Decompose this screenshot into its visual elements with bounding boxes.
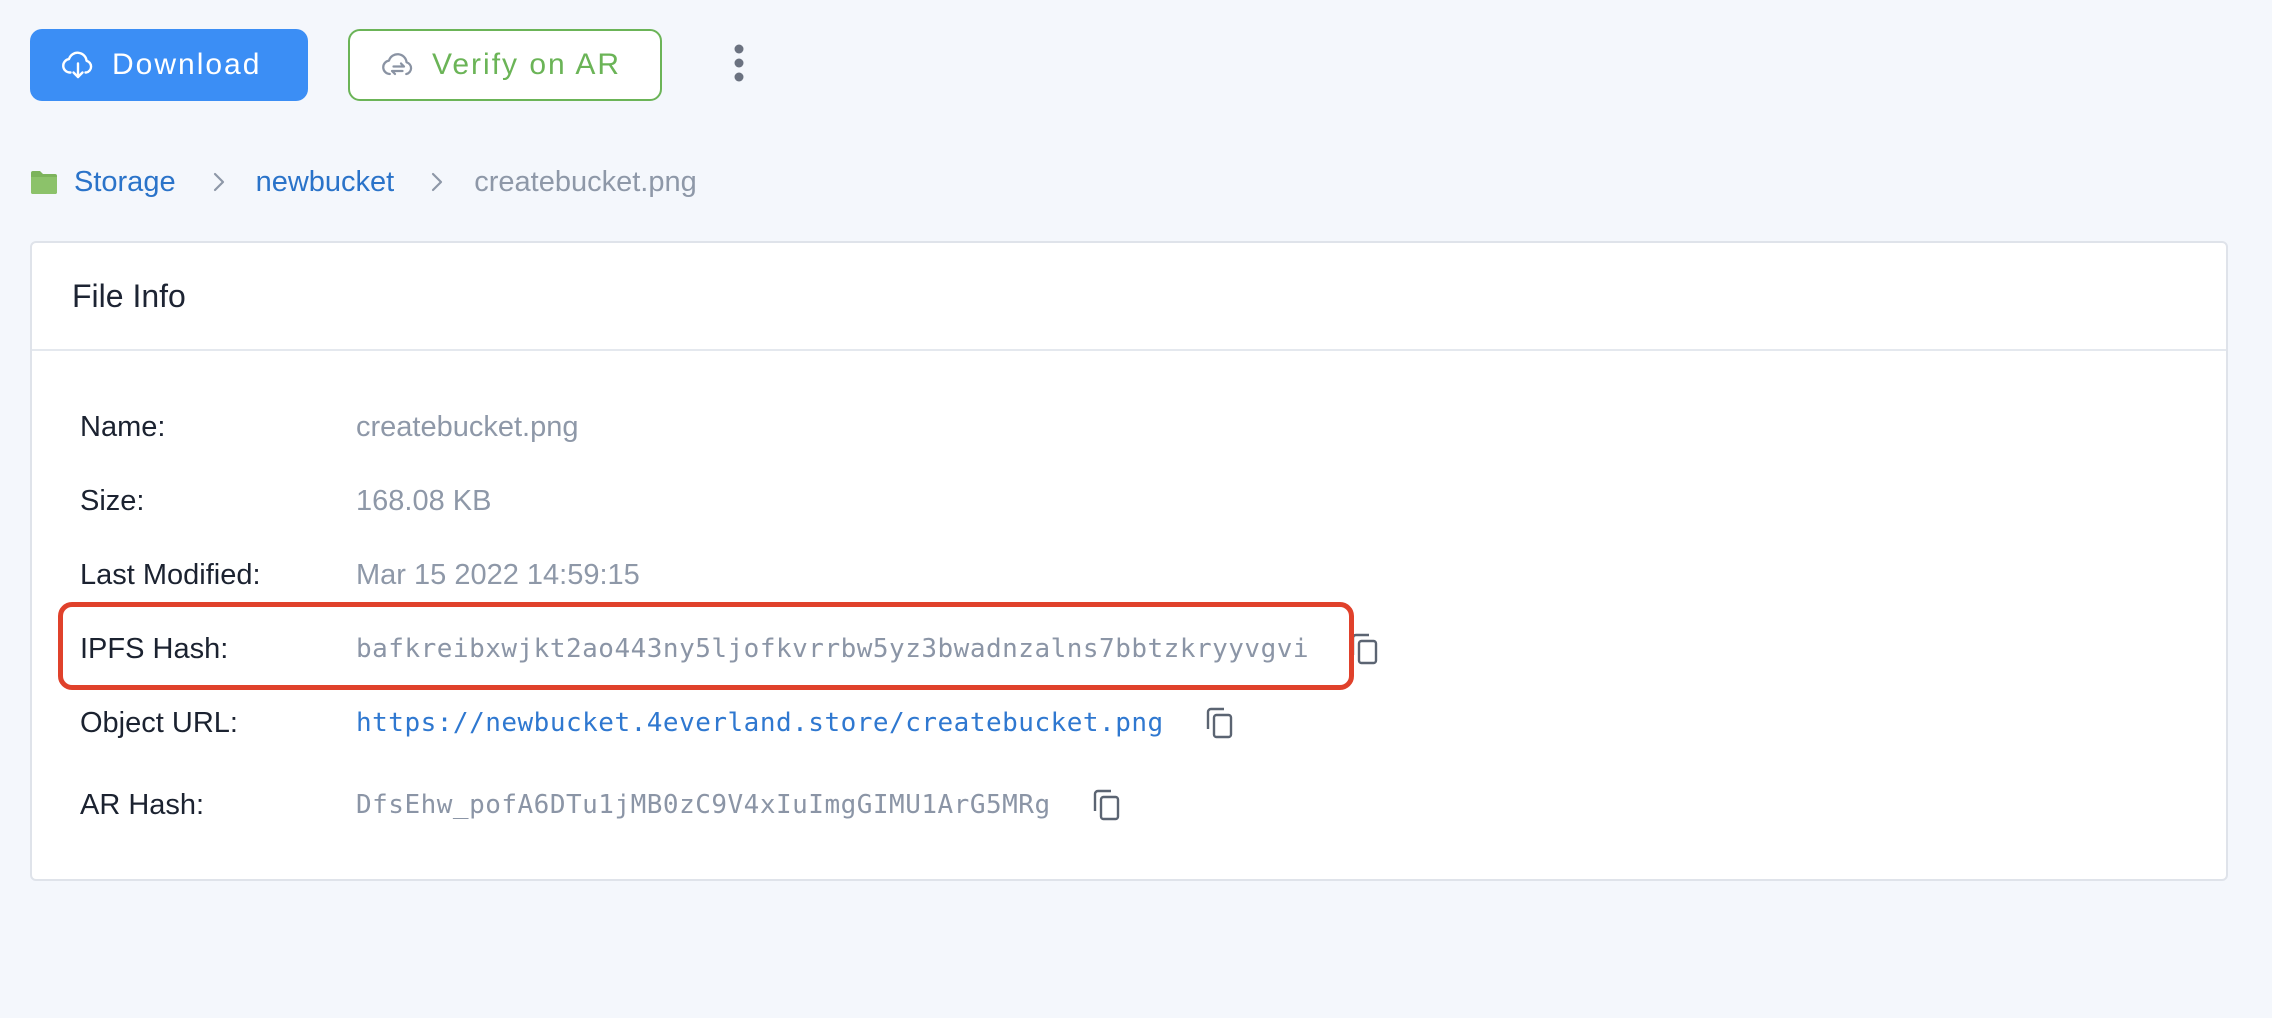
object-url-link[interactable]: https://newbucket.4everland.store/create…: [356, 708, 1164, 738]
breadcrumb-current-file: createbucket.png: [474, 165, 697, 198]
ipfs-hash-label: IPFS Hash:: [80, 632, 229, 665]
breadcrumb: Storage newbucket createbucket.png: [30, 160, 697, 204]
breadcrumb-bucket[interactable]: newbucket: [256, 166, 395, 199]
copy-icon[interactable]: [1349, 631, 1381, 667]
size-value: 168.08 KB: [356, 484, 492, 517]
name-label: Name:: [80, 410, 166, 443]
card-title: File Info: [32, 243, 2226, 351]
toolbar: Download Verify on AR: [30, 29, 754, 101]
last-modified-label: Last Modified:: [80, 558, 261, 591]
copy-icon[interactable]: [1204, 705, 1236, 741]
ar-hash-label: AR Hash:: [80, 788, 205, 821]
breadcrumb-storage[interactable]: Storage: [74, 166, 176, 199]
cloud-sync-icon: [380, 47, 416, 83]
download-button[interactable]: Download: [30, 29, 308, 101]
last-modified-value: Mar 15 2022 14:59:15: [356, 558, 640, 591]
folder-icon: [30, 168, 58, 196]
chevron-right-icon: [212, 171, 226, 193]
name-value: createbucket.png: [356, 410, 579, 443]
object-url-row: Object URL: https://newbucket.4everland.…: [80, 699, 1236, 747]
cloud-download-icon: [60, 47, 96, 83]
chevron-right-icon: [430, 171, 444, 193]
verify-on-ar-button[interactable]: Verify on AR: [348, 29, 662, 101]
copy-icon[interactable]: [1091, 787, 1123, 823]
size-label: Size:: [80, 484, 145, 517]
ipfs-hash-row: IPFS Hash: bafkreibxwjkt2ao443ny5ljofkvr…: [80, 625, 1381, 673]
name-row: Name: createbucket.png: [80, 403, 578, 451]
object-url-label: Object URL:: [80, 706, 238, 739]
size-row: Size: 168.08 KB: [80, 477, 491, 525]
more-options-button[interactable]: [724, 35, 754, 95]
download-label: Download: [112, 48, 262, 81]
ar-hash-value: DfsEhw_pofA6DTu1jMB0zC9V4xIuImgGIMU1ArG5…: [356, 790, 1051, 820]
ipfs-hash-value: bafkreibxwjkt2ao443ny5ljofkvrrbw5yz3bwad…: [356, 634, 1310, 664]
ar-hash-row: AR Hash: DfsEhw_pofA6DTu1jMB0zC9V4xIuImg…: [80, 781, 1123, 829]
verify-label: Verify on AR: [432, 48, 622, 81]
file-info-card: File Info Name: createbucket.png Size: 1…: [30, 241, 2228, 881]
last-modified-row: Last Modified: Mar 15 2022 14:59:15: [80, 551, 640, 599]
more-vertical-icon: [733, 43, 745, 88]
